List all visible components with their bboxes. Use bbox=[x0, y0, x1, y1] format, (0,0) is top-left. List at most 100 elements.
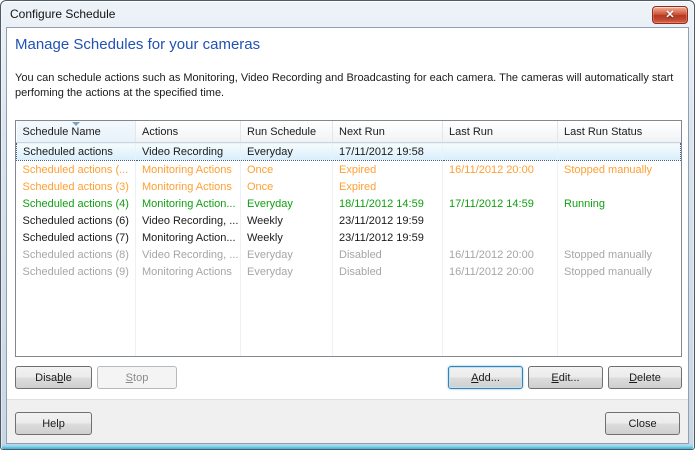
column-header-run-schedule[interactable]: Run Schedule bbox=[241, 121, 333, 143]
column-header-label: Schedule Name bbox=[23, 126, 101, 138]
actions-cell: Monitoring Actions bbox=[136, 178, 241, 195]
run-schedule-cell: Everyday bbox=[241, 246, 333, 263]
button-label: Disa bbox=[35, 372, 57, 384]
button-label: top bbox=[133, 372, 148, 384]
table-row[interactable]: Scheduled actions (3) Monitoring Actions… bbox=[17, 178, 681, 195]
schedule-name-cell: Scheduled actions (4) bbox=[17, 195, 136, 212]
schedule-name-cell: Scheduled actions (8) bbox=[17, 246, 136, 263]
button-label: S bbox=[126, 372, 133, 384]
empty-cell bbox=[558, 280, 681, 356]
button-label: E bbox=[551, 372, 558, 384]
run-schedule-cell: Once bbox=[241, 161, 333, 179]
close-icon: ✕ bbox=[665, 9, 674, 21]
last-run-cell bbox=[443, 178, 558, 195]
schedule-name-cell: Scheduled actions (6) bbox=[17, 212, 136, 229]
last-run-status-cell bbox=[558, 229, 681, 246]
table-row[interactable]: Scheduled actions (9) Monitoring Actions… bbox=[17, 263, 681, 280]
actions-cell: Video Recording, ... bbox=[136, 212, 241, 229]
last-run-status-cell: Running bbox=[558, 195, 681, 212]
close-button[interactable]: ✕ bbox=[652, 6, 688, 24]
empty-table-area bbox=[17, 280, 681, 356]
table-row[interactable]: Scheduled actions (7) Monitoring Action.… bbox=[17, 229, 681, 246]
last-run-cell: 16/11/2012 20:00 bbox=[443, 263, 558, 280]
last-run-status-cell: Stopped manually bbox=[558, 246, 681, 263]
empty-cell bbox=[333, 280, 443, 356]
run-schedule-cell: Weekly bbox=[241, 212, 333, 229]
schedule-name-cell: Scheduled actions (7) bbox=[17, 229, 136, 246]
button-label: Help bbox=[42, 418, 65, 430]
column-header-last-run-status[interactable]: Last Run Status bbox=[558, 121, 681, 143]
configure-schedule-dialog: Configure Schedule ✕ Manage Schedules fo… bbox=[0, 0, 695, 450]
stop-button: Stop bbox=[97, 366, 177, 389]
edit-button[interactable]: Edit... bbox=[528, 366, 603, 389]
button-label: A bbox=[471, 372, 478, 384]
next-run-cell: Expired bbox=[333, 178, 443, 195]
schedule-name-cell: Scheduled actions (3) bbox=[17, 178, 136, 195]
column-header-label: Last Run bbox=[449, 126, 493, 138]
run-schedule-cell: Everyday bbox=[241, 195, 333, 212]
next-run-cell: 17/11/2012 19:58 bbox=[333, 143, 443, 161]
next-run-cell: Expired bbox=[333, 161, 443, 179]
button-label: dit... bbox=[559, 372, 580, 384]
table-row[interactable]: Scheduled actions (4) Monitoring Action.… bbox=[17, 195, 681, 212]
actions-cell: Monitoring Action... bbox=[136, 229, 241, 246]
table-header-row: Schedule Name Actions Run Schedule Next … bbox=[17, 121, 681, 143]
table-row[interactable]: Scheduled actions (8) Video Recording, .… bbox=[17, 246, 681, 263]
run-schedule-cell: Once bbox=[241, 178, 333, 195]
empty-cell bbox=[17, 280, 136, 356]
next-run-cell: 18/11/2012 14:59 bbox=[333, 195, 443, 212]
column-header-label: Actions bbox=[142, 126, 178, 138]
last-run-status-cell: Stopped manually bbox=[558, 263, 681, 280]
table-row[interactable]: Scheduled actions Video Recording Everyd… bbox=[17, 143, 681, 161]
column-header-label: Next Run bbox=[339, 126, 385, 138]
schedule-name-cell: Scheduled actions bbox=[17, 143, 136, 161]
actions-cell: Monitoring Actions bbox=[136, 161, 241, 179]
run-schedule-cell: Everyday bbox=[241, 143, 333, 161]
table-row[interactable]: Scheduled actions (... Monitoring Action… bbox=[17, 161, 681, 179]
last-run-status-cell bbox=[558, 212, 681, 229]
column-header-next-run[interactable]: Next Run bbox=[333, 121, 443, 143]
last-run-cell: 16/11/2012 20:00 bbox=[443, 161, 558, 179]
button-label: D bbox=[629, 372, 637, 384]
run-schedule-cell: Everyday bbox=[241, 263, 333, 280]
column-header-label: Run Schedule bbox=[247, 126, 316, 138]
last-run-cell bbox=[443, 212, 558, 229]
sort-arrow-icon bbox=[72, 122, 80, 126]
title-bar[interactable]: Configure Schedule ✕ bbox=[1, 1, 694, 27]
column-header-actions[interactable]: Actions bbox=[136, 121, 241, 143]
last-run-cell bbox=[443, 229, 558, 246]
button-label: le bbox=[63, 372, 72, 384]
page-title: Manage Schedules for your cameras bbox=[15, 36, 260, 53]
column-header-last-run[interactable]: Last Run bbox=[443, 121, 558, 143]
last-run-cell bbox=[443, 143, 558, 161]
next-run-cell: Disabled bbox=[333, 246, 443, 263]
delete-button[interactable]: Delete bbox=[608, 366, 682, 389]
disable-button[interactable]: Disable bbox=[15, 366, 92, 389]
actions-cell: Monitoring Actions bbox=[136, 263, 241, 280]
table-row[interactable]: Scheduled actions (6) Video Recording, .… bbox=[17, 212, 681, 229]
run-schedule-cell: Weekly bbox=[241, 229, 333, 246]
close-dialog-button[interactable]: Close bbox=[605, 412, 680, 435]
button-label: elete bbox=[637, 372, 661, 384]
column-header-label: Last Run Status bbox=[564, 126, 642, 138]
schedule-table: Schedule Name Actions Run Schedule Next … bbox=[15, 120, 682, 357]
schedule-name-cell: Scheduled actions (... bbox=[17, 161, 136, 179]
last-run-status-cell: Stopped manually bbox=[558, 161, 681, 179]
button-label: dd... bbox=[478, 372, 499, 384]
add-button[interactable]: Add... bbox=[448, 366, 523, 389]
last-run-cell: 17/11/2012 14:59 bbox=[443, 195, 558, 212]
empty-cell bbox=[443, 280, 558, 356]
window-title: Configure Schedule bbox=[10, 7, 115, 21]
column-header-schedule-name[interactable]: Schedule Name bbox=[17, 121, 136, 143]
help-button[interactable]: Help bbox=[15, 412, 92, 435]
actions-cell: Monitoring Action... bbox=[136, 195, 241, 212]
description-text: You can schedule actions such as Monitor… bbox=[15, 71, 675, 101]
last-run-status-cell bbox=[558, 178, 681, 195]
schedule-name-cell: Scheduled actions (9) bbox=[17, 263, 136, 280]
last-run-status-cell bbox=[558, 143, 681, 161]
actions-cell: Video Recording, ... bbox=[136, 246, 241, 263]
footer-bar: Help Close bbox=[7, 399, 688, 443]
empty-cell bbox=[241, 280, 333, 356]
empty-cell bbox=[136, 280, 241, 356]
dialog-body: Manage Schedules for your cameras You ca… bbox=[6, 27, 689, 444]
